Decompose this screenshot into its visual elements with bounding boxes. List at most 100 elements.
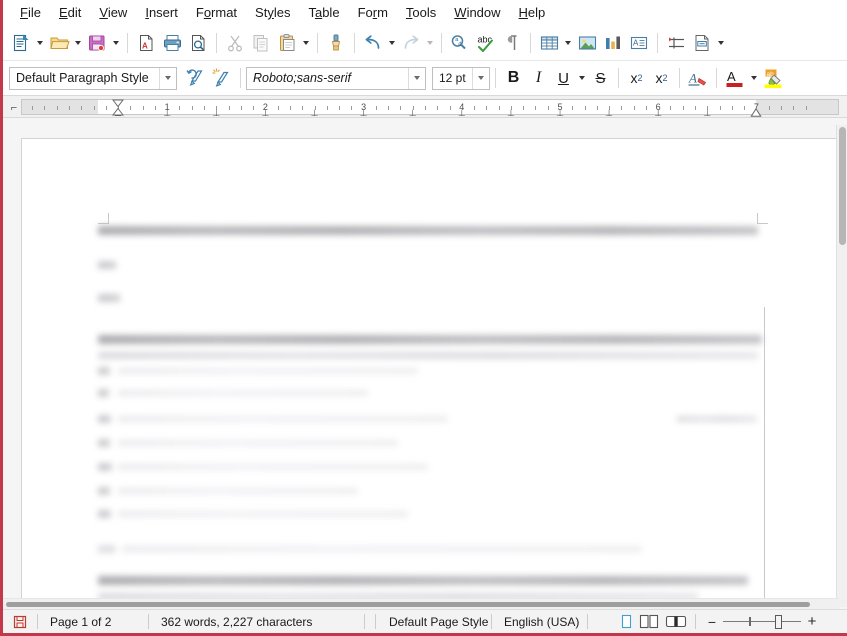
update-style-icon	[186, 69, 203, 86]
bold-button[interactable]: B	[501, 65, 526, 92]
ruler-tab-stop[interactable]: ⊥	[311, 108, 319, 119]
strikethrough-button[interactable]: S	[588, 65, 613, 92]
insert-table-dropdown[interactable]	[562, 29, 574, 57]
svg-text:A: A	[633, 38, 639, 47]
insert-page-break-button[interactable]	[663, 29, 689, 57]
vertical-scrollbar-thumb[interactable]	[839, 127, 846, 245]
export-as-pdf-button[interactable]: A	[133, 29, 159, 57]
menu-window[interactable]: Window	[445, 2, 509, 23]
menu-file[interactable]: File	[11, 2, 50, 23]
ruler-tab-stop[interactable]: ⊥	[360, 108, 368, 119]
subscript-button[interactable]: x2	[649, 65, 674, 92]
menu-view[interactable]: View	[90, 2, 136, 23]
italic-button[interactable]: I	[526, 65, 551, 92]
menu-format[interactable]: Format	[187, 2, 246, 23]
menu-help[interactable]: Help	[510, 2, 555, 23]
font-color-dropdown[interactable]	[748, 64, 760, 92]
font-name-dropdown-arrow[interactable]	[408, 67, 425, 89]
find-and-replace-button[interactable]: a d	[447, 29, 473, 57]
zoom-slider-group[interactable]: − +	[696, 610, 819, 634]
undo-dropdown[interactable]	[386, 29, 398, 57]
open-document-button[interactable]	[46, 29, 72, 57]
page-style-status[interactable]: Default Page Style	[376, 610, 491, 634]
insert-field-dropdown[interactable]	[715, 29, 727, 57]
print-button[interactable]	[159, 29, 185, 57]
menu-insert[interactable]: Insert	[136, 2, 187, 23]
zoom-slider-thumb[interactable]	[775, 614, 782, 629]
insert-field-button[interactable]	[689, 29, 715, 57]
word-count-status[interactable]: 362 words, 2,227 characters	[149, 610, 364, 634]
redo-button[interactable]	[398, 29, 424, 57]
update-selected-style-button[interactable]	[183, 64, 209, 92]
new-document-button[interactable]	[8, 29, 34, 57]
ruler-tab-stop[interactable]: ⊥	[703, 108, 711, 119]
underline-dropdown[interactable]	[576, 64, 588, 92]
language-status[interactable]: English (USA)	[492, 610, 587, 634]
vertical-scrollbar[interactable]	[836, 125, 847, 607]
standard-toolbar: A a d abc A	[3, 25, 847, 61]
book-view-icon[interactable]	[665, 614, 687, 629]
left-indent-marker[interactable]	[112, 99, 125, 116]
menu-edit[interactable]: Edit	[50, 2, 90, 23]
copy-button[interactable]	[248, 29, 274, 57]
zoom-out-button[interactable]: −	[705, 614, 719, 630]
ruler-tab-stop[interactable]: ⊥	[507, 108, 515, 119]
ruler-tab-stop[interactable]: ⊥	[654, 108, 662, 119]
horizontal-scrollbar-thumb[interactable]	[6, 602, 810, 607]
insert-text-box-button[interactable]: A	[626, 29, 652, 57]
new-document-dropdown[interactable]	[34, 29, 46, 57]
insert-chart-button[interactable]	[600, 29, 626, 57]
zoom-in-button[interactable]: +	[805, 613, 819, 630]
print-preview-button[interactable]	[185, 29, 211, 57]
ruler-tab-stop[interactable]: ⊥	[212, 108, 220, 119]
redo-dropdown[interactable]	[424, 29, 436, 57]
horizontal-ruler[interactable]: 1234567⊥⊥⊥⊥⊥⊥⊥⊥⊥⊥⊥⊥⊥⊥	[21, 99, 839, 118]
font-name-combobox[interactable]: Roboto;sans-serif	[246, 66, 426, 90]
ruler-tab-stop[interactable]: ⊥	[556, 108, 564, 119]
font-color-button[interactable]: A	[722, 64, 748, 92]
paste-dropdown[interactable]	[300, 29, 312, 57]
font-size-combobox[interactable]: 12 pt	[432, 66, 490, 90]
paragraph-style-combobox[interactable]: Default Paragraph Style	[9, 66, 177, 90]
ruler-tab-stop[interactable]: ⊥	[605, 108, 613, 119]
cut-button[interactable]	[222, 29, 248, 57]
paste-button[interactable]	[274, 29, 300, 57]
menu-form[interactable]: Form	[349, 2, 397, 23]
ruler-tab-stop[interactable]: ⊥	[261, 108, 269, 119]
page-number-status[interactable]: Page 1 of 2	[38, 610, 148, 634]
save-status-button[interactable]	[3, 610, 37, 634]
save-document-dropdown[interactable]	[110, 29, 122, 57]
new-style-from-selection-button[interactable]	[209, 64, 235, 92]
superscript-button[interactable]: x2	[624, 65, 649, 92]
right-indent-marker[interactable]	[750, 108, 762, 117]
font-size-dropdown-arrow[interactable]	[472, 67, 489, 89]
clone-formatting-button[interactable]	[323, 29, 349, 57]
ruler-tab-stop[interactable]: ⊥	[458, 108, 466, 119]
menu-table[interactable]: Table	[299, 2, 348, 23]
document-canvas[interactable]	[3, 125, 847, 607]
clear-formatting-button[interactable]: A	[685, 64, 711, 92]
menu-tools[interactable]: Tools	[397, 2, 445, 23]
spelling-button[interactable]: abc	[473, 29, 499, 57]
underline-button[interactable]: U	[551, 65, 576, 92]
document-body-blurred-text[interactable]	[22, 139, 837, 607]
horizontal-scrollbar[interactable]	[3, 598, 839, 609]
ruler-tick	[130, 106, 132, 110]
menu-styles[interactable]: Styles	[246, 2, 299, 23]
document-page-1[interactable]	[21, 138, 838, 607]
status-bar: Page 1 of 2 362 words, 2,227 characters …	[3, 609, 847, 633]
undo-button[interactable]	[360, 29, 386, 57]
insert-table-button[interactable]	[536, 29, 562, 57]
open-document-dropdown[interactable]	[72, 29, 84, 57]
zoom-slider-track[interactable]	[723, 614, 801, 629]
highlight-color-button[interactable]: ab	[760, 64, 786, 92]
ruler-tab-stop[interactable]: ⊥	[163, 108, 171, 119]
multi-page-view-icon[interactable]	[639, 614, 659, 629]
insert-image-button[interactable]	[574, 29, 600, 57]
ruler-tab-stop[interactable]: ⊥	[409, 108, 417, 119]
ruler-corner-indicator[interactable]: ⌐	[7, 100, 21, 114]
paragraph-style-dropdown-arrow[interactable]	[159, 67, 176, 89]
single-page-view-icon[interactable]	[620, 614, 633, 629]
formatting-marks-button[interactable]	[499, 29, 525, 57]
save-document-button[interactable]	[84, 29, 110, 57]
